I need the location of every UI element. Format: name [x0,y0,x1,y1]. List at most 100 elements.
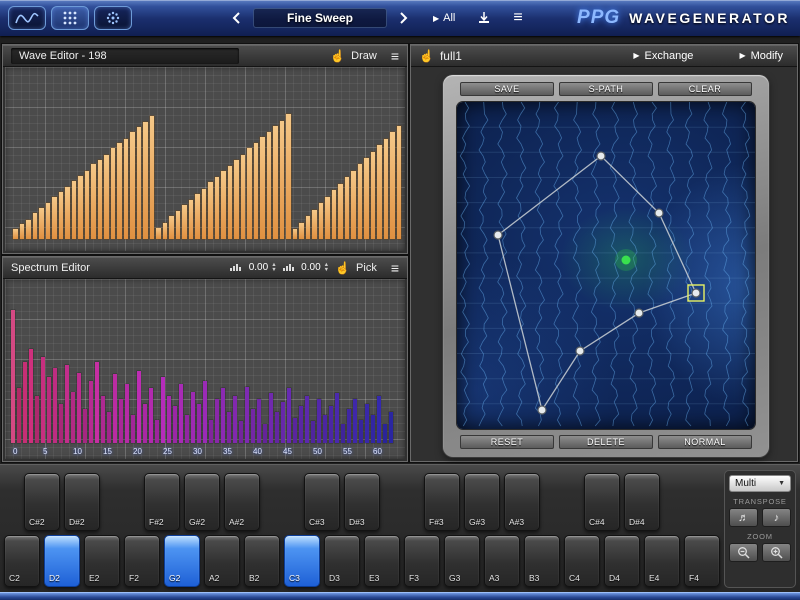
wave-bar[interactable] [280,121,285,239]
wave-bar[interactable] [98,160,103,239]
wave-bar[interactable] [371,152,376,239]
spectrum-bar[interactable] [41,357,45,443]
spectrum-bar[interactable] [83,409,87,443]
wave-bar[interactable] [182,205,187,239]
wave-bar[interactable] [143,122,148,239]
pick-label[interactable]: Pick [356,262,377,274]
spectrum-bar[interactable] [359,420,363,443]
wave-bar[interactable] [156,228,161,239]
path-node[interactable] [692,289,700,297]
spectrum-bar[interactable] [353,399,357,443]
wave-bar[interactable] [195,194,200,239]
spectrum-bar[interactable] [113,374,117,443]
spectrum-bar[interactable] [293,418,297,443]
spectrum-grid[interactable]: 051015202530354045505560 [5,279,405,459]
spectrum-bar[interactable] [305,396,309,443]
key-cs4[interactable]: C#4 [584,473,620,531]
spectrum-bar[interactable] [341,424,345,443]
key-b2[interactable]: B2 [244,535,280,587]
wave-bar[interactable] [39,208,44,239]
wave-bar[interactable] [390,132,395,239]
spectrum-bar[interactable] [233,396,237,443]
key-e2[interactable]: E2 [84,535,120,587]
wave-bar[interactable] [163,223,168,239]
path-node[interactable] [576,347,584,355]
wave-bar[interactable] [137,127,142,239]
wave-view-button[interactable] [8,6,46,30]
spectrum-bar[interactable] [239,421,243,443]
wave-bar[interactable] [169,216,174,239]
wave-bar[interactable] [384,139,389,239]
delete-button[interactable]: DELETE [559,435,653,449]
grid-view-button[interactable] [51,6,89,30]
circle-view-button[interactable] [94,6,132,30]
spectrum-bar[interactable] [95,362,99,443]
spectrum-bar[interactable] [329,406,333,443]
key-gs3[interactable]: G#3 [464,473,500,531]
wave-bar[interactable] [202,189,207,239]
key-a2[interactable]: A2 [204,535,240,587]
wave-bar[interactable] [111,148,116,239]
spectrum-bar[interactable] [389,412,393,443]
modify-menu[interactable]: ▶ Modify [739,50,783,62]
spectrum-bar[interactable] [155,420,159,443]
wave-bar[interactable] [33,213,38,239]
wave-bar[interactable] [358,164,363,239]
spectrum-bar[interactable] [71,392,75,443]
key-ds2[interactable]: D#2 [64,473,100,531]
draw-label[interactable]: Draw [351,50,377,62]
spectrum-bar[interactable] [53,368,57,443]
wave-bar[interactable] [319,203,324,239]
spectrum-bar[interactable] [269,393,273,443]
wave-bar[interactable] [208,182,213,239]
key-f2[interactable]: F2 [124,535,160,587]
key-ds3[interactable]: D#3 [344,473,380,531]
spectrum-bar[interactable] [251,409,255,443]
spin-down-icon[interactable]: ▼ [324,268,329,273]
spectrum-bar[interactable] [197,404,201,443]
key-c3[interactable]: C3 [284,535,320,587]
reset-button[interactable]: RESET [460,435,554,449]
wave-bar[interactable] [332,190,337,239]
wave-bar[interactable] [215,177,220,239]
key-ds4[interactable]: D#4 [624,473,660,531]
wave-bar[interactable] [221,171,226,239]
wave-bar[interactable] [397,126,402,239]
wave-bar[interactable] [52,197,57,239]
wave-bar[interactable] [91,164,96,239]
spectrum-bar[interactable] [263,424,267,443]
wave-bar[interactable] [364,158,369,239]
wave-bar[interactable] [312,210,317,239]
spectrum-bar[interactable] [35,396,39,443]
spectrum-bar[interactable] [335,393,339,443]
wave-bar[interactable] [306,216,311,239]
zoom-in-button[interactable] [762,543,791,562]
transpose-down-button[interactable]: ♬ [729,508,758,527]
key-c2[interactable]: C2 [4,535,40,587]
spectrum-bar[interactable] [161,377,165,443]
key-a3[interactable]: A3 [484,535,520,587]
normal-button[interactable]: NORMAL [658,435,752,449]
wave-bar[interactable] [351,171,356,239]
spectrum-bar[interactable] [167,396,171,443]
key-c4[interactable]: C4 [564,535,600,587]
wave-bar[interactable] [247,148,252,239]
spectrum-bar[interactable] [17,388,21,443]
wave-bar[interactable] [377,145,382,239]
spectrum-bar[interactable] [65,365,69,443]
spectrum-bar[interactable] [191,392,195,443]
wave-bar[interactable] [26,220,31,239]
wave-bar[interactable] [325,197,330,239]
spectrum-bar[interactable] [47,377,51,443]
key-as3[interactable]: A#3 [504,473,540,531]
wave-bar[interactable] [293,229,298,239]
spectrum-bar[interactable] [11,310,15,443]
spectrum-bar[interactable] [107,412,111,443]
spectrum-bar[interactable] [365,404,369,443]
spectrum-bar[interactable] [347,409,351,443]
spectrum-bar[interactable] [203,381,207,443]
wave-bar[interactable] [286,114,291,239]
spectrum-bar[interactable] [59,404,63,443]
key-d3[interactable]: D3 [324,535,360,587]
spectrum-menu-icon[interactable]: ≡ [391,260,399,276]
